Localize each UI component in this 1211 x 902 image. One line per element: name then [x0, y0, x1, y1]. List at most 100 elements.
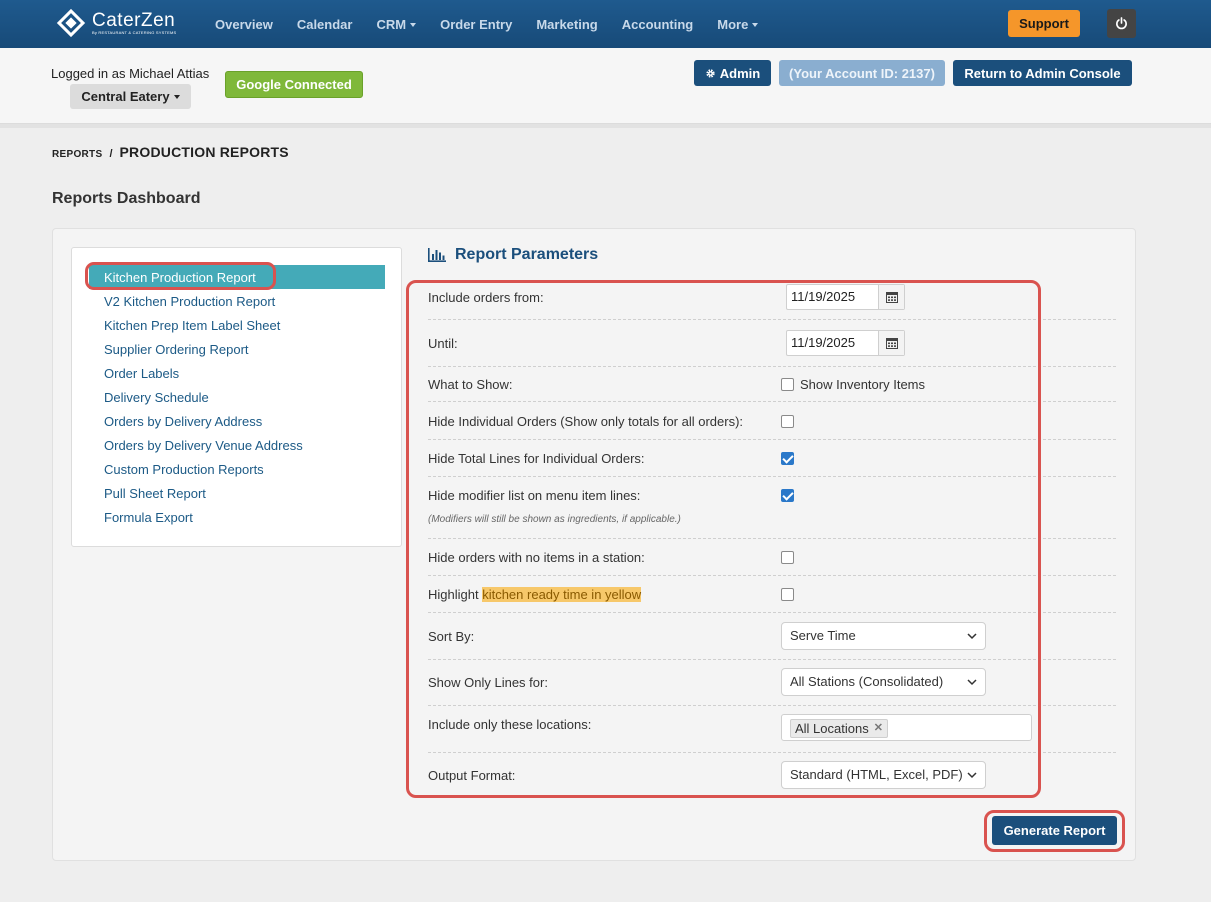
logout-button[interactable] [1107, 9, 1136, 38]
page-title: Reports Dashboard [52, 190, 201, 207]
sidebar-item-custom-production-reports[interactable]: Custom Production Reports [104, 462, 264, 477]
return-admin-console-button[interactable]: Return to Admin Console [953, 60, 1132, 86]
row-divider [428, 538, 1116, 539]
location-tag-label: All Locations [795, 721, 869, 736]
logo-name: CaterZen [92, 10, 176, 31]
sidebar-item-order-labels[interactable]: Order Labels [104, 366, 179, 381]
include-orders-from-value[interactable]: 11/19/2025 [787, 285, 880, 309]
main-nav: Overview Calendar CRM Order Entry Market… [215, 0, 782, 48]
google-connected-button[interactable]: Google Connected [225, 71, 363, 98]
hide-total-lines-label: Hide Total Lines for Individual Orders: [428, 451, 645, 466]
top-navbar: CaterZen By RESTAURANT & CATERING SYSTEM… [0, 0, 1211, 48]
row-divider [428, 319, 1116, 320]
nav-overview[interactable]: Overview [215, 17, 273, 32]
locations-multiselect[interactable]: All Locations ✕ [781, 714, 1032, 741]
breadcrumb: REPORTS / PRODUCTION REPORTS [52, 144, 289, 160]
row-divider [428, 366, 1116, 367]
nav-crm[interactable]: CRM [376, 17, 417, 32]
hide-modifier-list-label: Hide modifier list on menu item lines: [428, 488, 641, 503]
sort-by-value: Serve Time [790, 628, 856, 643]
report-list-sidebar: Kitchen Production Report V2 Kitchen Pro… [71, 247, 402, 547]
hide-no-items-checkbox[interactable] [781, 551, 794, 564]
support-button[interactable]: Support [1008, 10, 1080, 37]
row-divider [428, 439, 1116, 440]
output-format-label: Output Format: [428, 768, 516, 783]
caret-down-icon [173, 94, 180, 99]
nav-calendar[interactable]: Calendar [297, 17, 353, 32]
sidebar-item-pull-sheet-report[interactable]: Pull Sheet Report [104, 486, 206, 501]
row-divider [428, 476, 1116, 477]
breadcrumb-current: PRODUCTION REPORTS [119, 144, 289, 160]
highlight-ready-time-checkbox[interactable] [781, 588, 794, 601]
show-only-lines-select[interactable]: All Stations (Consolidated) [781, 668, 986, 696]
eatery-label: Central Eatery [81, 89, 170, 104]
hide-no-items-label: Hide orders with no items in a station: [428, 550, 645, 565]
what-to-show-label: What to Show: [428, 377, 513, 392]
admin-button[interactable]: Admin [694, 60, 771, 86]
yellow-highlight-text: kitchen ready time in yellow [482, 587, 642, 602]
sidebar-item-formula-export[interactable]: Formula Export [104, 510, 193, 525]
logged-in-text: Logged in as Michael Attias [51, 66, 210, 81]
show-inventory-items-label[interactable]: Show Inventory Items [800, 377, 925, 392]
row-divider [428, 575, 1116, 576]
sort-by-select[interactable]: Serve Time [781, 622, 986, 650]
divider [0, 124, 1211, 128]
chevron-down-icon [967, 772, 977, 779]
bar-chart-icon [428, 248, 446, 262]
row-divider [428, 659, 1116, 660]
show-only-lines-value: All Stations (Consolidated) [790, 674, 944, 689]
hide-individual-orders-label: Hide Individual Orders (Show only totals… [428, 414, 744, 429]
generate-report-button[interactable]: Generate Report [992, 816, 1117, 845]
output-format-select[interactable]: Standard (HTML, Excel, PDF) [781, 761, 986, 789]
caret-down-icon [752, 23, 759, 28]
nav-marketing[interactable]: Marketing [536, 17, 597, 32]
hide-individual-orders-checkbox[interactable] [781, 415, 794, 428]
row-divider [428, 752, 1116, 753]
include-orders-from-label: Include orders from: [428, 290, 544, 305]
sidebar-item-delivery-schedule[interactable]: Delivery Schedule [104, 390, 209, 405]
power-icon [1116, 17, 1127, 30]
output-format-value: Standard (HTML, Excel, PDF) [790, 767, 963, 782]
sidebar-item-supplier-ordering-report[interactable]: Supplier Ordering Report [104, 342, 249, 357]
include-locations-label: Include only these locations: [428, 717, 592, 732]
hide-total-lines-checkbox[interactable] [781, 452, 794, 465]
sidebar-item-orders-by-delivery-address[interactable]: Orders by Delivery Address [104, 414, 262, 429]
calendar-icon[interactable] [879, 285, 904, 309]
calendar-icon[interactable] [879, 331, 904, 355]
highlight-ready-time-label: Highlight kitchen ready time in yellow [428, 587, 642, 602]
nav-order-entry[interactable]: Order Entry [440, 17, 512, 32]
include-orders-from-date[interactable]: 11/19/2025 [786, 284, 905, 310]
logo-tagline: By RESTAURANT & CATERING SYSTEMS [92, 30, 177, 35]
breadcrumb-reports[interactable]: REPORTS [52, 149, 102, 160]
gear-icon [706, 68, 715, 78]
until-value[interactable]: 11/19/2025 [787, 331, 880, 355]
caret-down-icon [410, 23, 417, 28]
sidebar-item-orders-by-delivery-venue-address[interactable]: Orders by Delivery Venue Address [104, 438, 303, 453]
admin-label: Admin [719, 65, 761, 81]
show-only-lines-label: Show Only Lines for: [428, 675, 548, 690]
caterzen-logo[interactable]: CaterZen By RESTAURANT & CATERING SYSTEM… [56, 8, 177, 38]
report-parameters-title: Report Parameters [455, 246, 599, 263]
report-parameters-heading: Report Parameters [428, 246, 598, 264]
row-divider [428, 401, 1116, 402]
until-date[interactable]: 11/19/2025 [786, 330, 905, 356]
logo-diamond-icon [56, 8, 86, 38]
hide-modifier-list-checkbox[interactable] [781, 489, 794, 502]
sort-by-label: Sort By: [428, 629, 475, 644]
sidebar-item-v2-kitchen-production-report[interactable]: V2 Kitchen Production Report [104, 294, 275, 309]
chevron-down-icon [967, 633, 977, 640]
remove-tag-icon[interactable]: ✕ [874, 720, 883, 737]
chevron-down-icon [967, 679, 977, 686]
breadcrumb-separator: / [109, 148, 113, 160]
row-divider [428, 612, 1116, 613]
row-divider [428, 705, 1116, 706]
sidebar-item-kitchen-prep-item-label-sheet[interactable]: Kitchen Prep Item Label Sheet [104, 318, 280, 333]
account-id-badge: (Your Account ID: 2137) [779, 60, 945, 86]
modifier-note: (Modifiers will still be shown as ingred… [428, 514, 681, 525]
nav-more[interactable]: More [717, 17, 759, 32]
nav-accounting[interactable]: Accounting [622, 17, 694, 32]
show-inventory-items-checkbox[interactable] [781, 378, 794, 391]
eatery-switcher[interactable]: Central Eatery [70, 84, 191, 109]
location-tag: All Locations ✕ [790, 719, 888, 738]
sidebar-item-kitchen-production-report[interactable]: Kitchen Production Report [104, 270, 256, 285]
